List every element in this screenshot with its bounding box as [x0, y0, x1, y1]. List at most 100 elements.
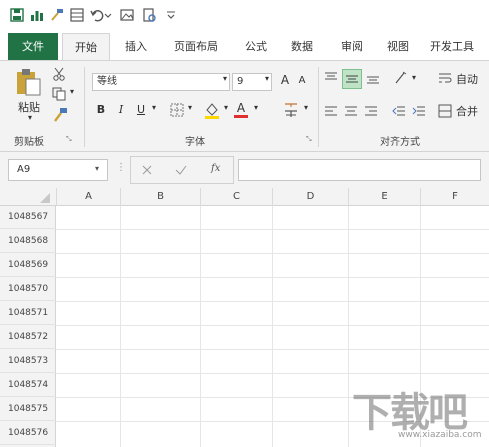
- clipboard-group-label: 剪贴板: [14, 137, 44, 148]
- border-icon[interactable]: [170, 103, 184, 117]
- paste-dropdown-icon[interactable]: ▾: [20, 113, 40, 122]
- name-box[interactable]: A9: [8, 159, 108, 181]
- insert-function-button[interactable]: fx: [211, 163, 220, 174]
- undo-icon[interactable]: [90, 8, 104, 22]
- column-header-c[interactable]: C: [200, 188, 272, 206]
- undo-dropdown-icon[interactable]: [104, 8, 112, 22]
- wrap-text-button[interactable]: 自动: [456, 71, 478, 87]
- font-color-button[interactable]: A: [234, 101, 248, 118]
- row-header[interactable]: 1048575: [0, 398, 56, 421]
- gridline: [200, 206, 201, 447]
- name-box-dropdown-icon[interactable]: ▾: [95, 164, 99, 173]
- copy-icon[interactable]: [52, 87, 66, 101]
- merge-center-button[interactable]: 合并: [456, 103, 478, 119]
- tab-insert[interactable]: 插入: [118, 33, 154, 60]
- border-dropdown-icon[interactable]: ▾: [186, 103, 194, 112]
- wrap-text-icon[interactable]: [438, 71, 452, 85]
- row-header[interactable]: 1048571: [0, 302, 56, 325]
- row-headers: 1048567 1048568 1048569 1048570 1048571 …: [0, 206, 56, 447]
- save-icon[interactable]: [10, 8, 24, 22]
- align-middle-button[interactable]: [342, 69, 362, 89]
- underline-button[interactable]: U: [134, 103, 148, 116]
- format-painter-icon[interactable]: [52, 107, 68, 123]
- gridline: [56, 253, 489, 254]
- gridline: [56, 229, 489, 230]
- tab-data[interactable]: 数据: [284, 33, 320, 60]
- column-header-d[interactable]: D: [272, 188, 348, 206]
- align-bottom-icon[interactable]: [366, 71, 380, 85]
- print-preview-icon[interactable]: [142, 8, 156, 22]
- row-header[interactable]: 1048569: [0, 254, 56, 277]
- row-header[interactable]: 1048574: [0, 374, 56, 397]
- column-header-b[interactable]: B: [120, 188, 200, 206]
- row-header[interactable]: 1048570: [0, 278, 56, 301]
- tab-review[interactable]: 审阅: [334, 33, 370, 60]
- font-name-box[interactable]: 等线: [92, 73, 230, 91]
- align-right-icon[interactable]: [364, 105, 378, 117]
- decrease-indent-icon[interactable]: [392, 105, 406, 117]
- gridline: [348, 206, 349, 447]
- tab-home[interactable]: 开始: [62, 33, 110, 60]
- paste-icon[interactable]: [14, 67, 44, 97]
- cut-icon[interactable]: [52, 67, 66, 81]
- column-header-e[interactable]: E: [348, 188, 420, 206]
- row-header[interactable]: 1048572: [0, 326, 56, 349]
- font-size-dropdown-icon[interactable]: ▾: [262, 74, 272, 83]
- gridline: [272, 206, 273, 447]
- picture-icon[interactable]: [120, 8, 134, 22]
- enter-icon[interactable]: [175, 164, 187, 176]
- gridline: [56, 349, 489, 350]
- align-top-icon[interactable]: [324, 71, 338, 85]
- tab-formulas[interactable]: 公式: [238, 33, 274, 60]
- row-header[interactable]: 1048568: [0, 230, 56, 253]
- font-group-label: 字体: [185, 137, 205, 148]
- tab-view[interactable]: 视图: [380, 33, 416, 60]
- separator: [318, 67, 319, 147]
- formula-bar: A9 ▾ ⋮ fx: [0, 152, 489, 188]
- copy-dropdown-icon[interactable]: ▾: [68, 87, 76, 96]
- italic-button[interactable]: I: [114, 103, 128, 116]
- tab-page-layout[interactable]: 页面布局: [164, 33, 228, 60]
- underline-dropdown-icon[interactable]: ▾: [150, 103, 158, 112]
- increase-indent-icon[interactable]: [412, 105, 426, 117]
- row-header[interactable]: 1048576: [0, 422, 56, 445]
- fill-color-icon[interactable]: [204, 101, 220, 119]
- formula-buttons: fx: [130, 156, 234, 184]
- bold-button[interactable]: B: [94, 103, 108, 116]
- align-left-icon[interactable]: [324, 105, 338, 117]
- phonetic-guide-icon[interactable]: [282, 101, 300, 119]
- font-launcher-icon[interactable]: ⤡: [306, 135, 312, 144]
- form-icon[interactable]: [70, 8, 84, 22]
- select-all-icon[interactable]: [40, 193, 50, 203]
- fill-color-dropdown-icon[interactable]: ▾: [222, 103, 230, 112]
- formula-bar-handle-icon[interactable]: ⋮: [116, 162, 126, 173]
- formula-input[interactable]: [238, 159, 481, 181]
- chart-icon[interactable]: [30, 8, 44, 22]
- row-header[interactable]: 1048573: [0, 350, 56, 373]
- orientation-icon[interactable]: [394, 71, 410, 85]
- orientation-dropdown-icon[interactable]: ▾: [410, 73, 418, 82]
- gridline: [120, 206, 121, 447]
- column-header-f[interactable]: F: [420, 188, 489, 206]
- format-painter-icon[interactable]: [50, 8, 64, 22]
- font-color-dropdown-icon[interactable]: ▾: [252, 103, 260, 112]
- quick-access-toolbar: [0, 0, 489, 33]
- gridline: [56, 301, 489, 302]
- merge-center-icon[interactable]: [438, 104, 452, 118]
- align-middle-icon: [346, 75, 358, 83]
- grow-font-button[interactable]: A: [278, 73, 292, 87]
- ribbon-home: 粘贴 ▾ ▾ 剪贴板 ⤡ 等线 ▾ 9 ▾ A A B I U ▾ ▾ ▾ A …: [0, 60, 489, 152]
- clipboard-launcher-icon[interactable]: ⤡: [66, 135, 72, 144]
- column-header-a[interactable]: A: [56, 188, 120, 206]
- row-header[interactable]: 1048567: [0, 206, 56, 229]
- gridline: [56, 277, 489, 278]
- tab-file[interactable]: 文件: [8, 33, 58, 60]
- cancel-icon[interactable]: [141, 164, 153, 176]
- align-center-icon[interactable]: [344, 105, 358, 117]
- watermark-url: www.xiazaiba.com: [398, 430, 482, 440]
- shrink-font-button[interactable]: A: [296, 75, 308, 86]
- tab-developer[interactable]: 开发工具: [426, 33, 489, 60]
- customize-qat-icon[interactable]: [164, 8, 178, 22]
- font-name-dropdown-icon[interactable]: ▾: [220, 74, 230, 83]
- phonetic-dropdown-icon[interactable]: ▾: [302, 103, 310, 112]
